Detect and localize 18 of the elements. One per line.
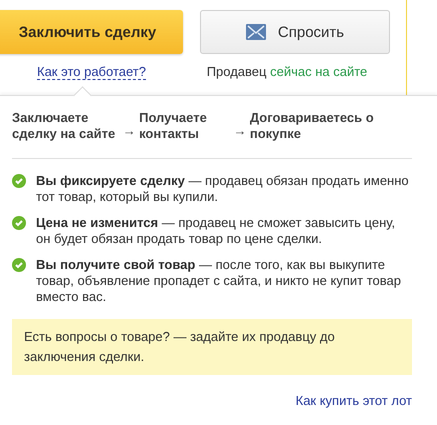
check-icon [12, 174, 26, 188]
arrow-icon: → [230, 113, 250, 139]
benefit-text: Вы получите свой товар — после того, как вы выкупите товар, объявление пропадет с сайта, и никто не купит товар вместо вас. [36, 257, 402, 305]
step-label: Договариваетесь о покупке [250, 110, 375, 142]
step-label: Получаете контакты [139, 110, 208, 142]
deal-button[interactable]: Заключить сделку [0, 10, 183, 54]
ask-button[interactable]: Спросить [200, 10, 390, 54]
check-icon [12, 216, 26, 230]
arrow-icon: → [119, 113, 140, 139]
benefit-text: Цена не изменится — продавец не сможет завысить цену, он будет обязан продать товар по цене сделки. [36, 215, 396, 247]
note-text: Есть вопросы о товаре? — задайте их продавцу до заключения сделки. [12, 319, 412, 375]
envelope-icon [246, 24, 266, 40]
step-label: Заключаете сделку на сайте [12, 110, 116, 142]
how-it-works-link[interactable]: Как это работает? [37, 64, 146, 80]
check-icon [12, 258, 26, 272]
benefit-text: Вы фиксируете сделку — продавец обязан продать именно тот товар, который вы купили. [36, 173, 410, 205]
seller-status: Продавец сейчас на сайте [206, 64, 368, 80]
how-to-buy-link[interactable]: Как купить этот лот [296, 393, 412, 408]
